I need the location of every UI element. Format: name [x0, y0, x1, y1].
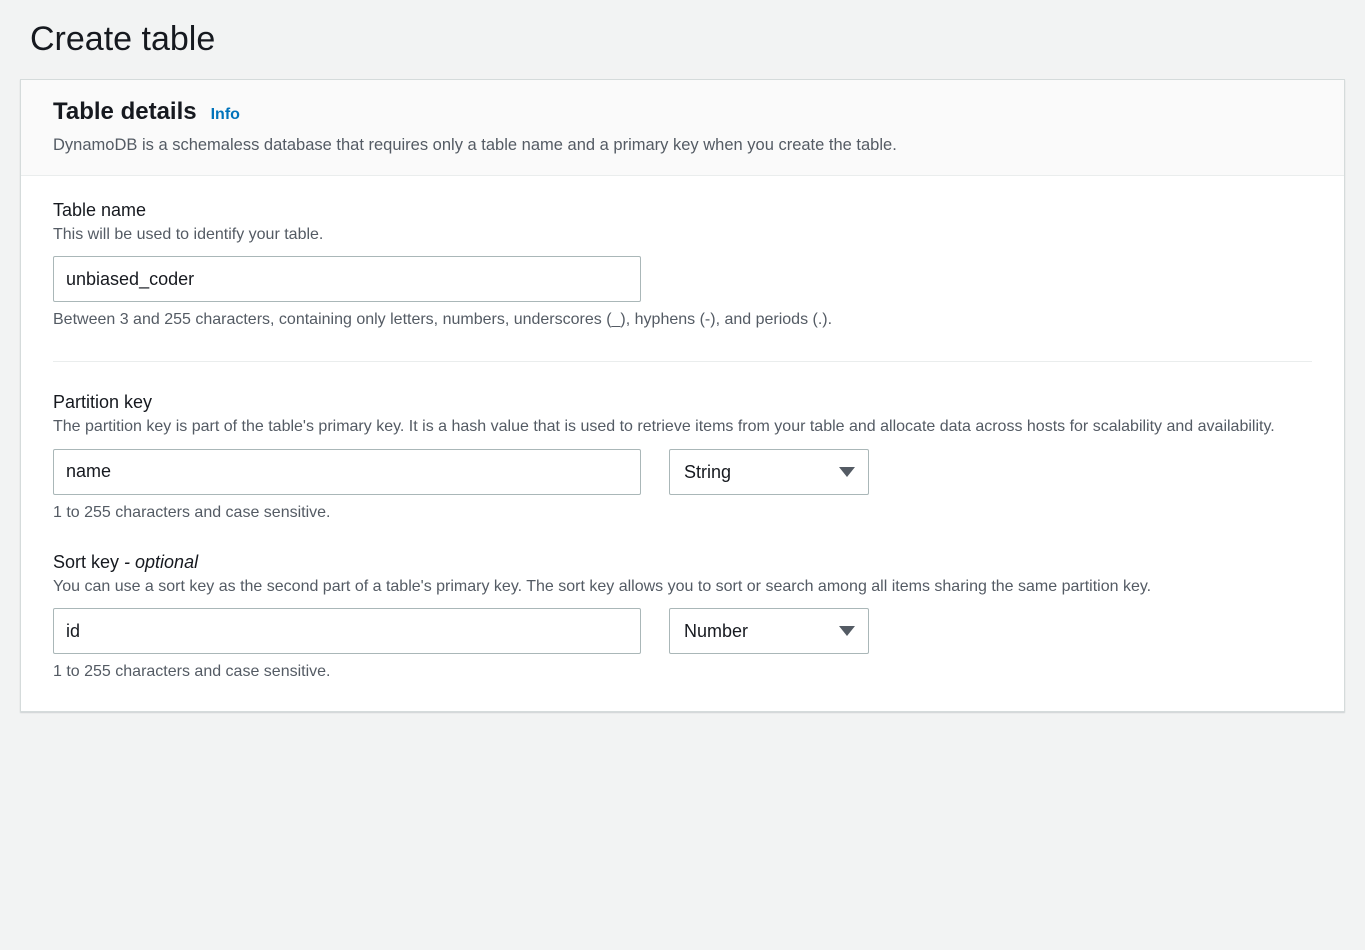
info-link[interactable]: Info	[211, 106, 240, 124]
partition-key-type-select[interactable]: String	[669, 449, 869, 495]
sort-key-label-optional: - optional	[119, 552, 198, 572]
card-description: DynamoDB is a schemaless database that r…	[53, 134, 1312, 157]
sort-key-hint: You can use a sort key as the second par…	[53, 575, 1312, 598]
table-name-hint: This will be used to identify your table…	[53, 223, 1312, 246]
table-name-label: Table name	[53, 200, 1312, 221]
sort-key-input[interactable]	[53, 608, 641, 654]
sort-key-help: 1 to 255 characters and case sensitive.	[53, 660, 1312, 683]
card-body: Table name This will be used to identify…	[21, 176, 1344, 711]
sort-key-type-select[interactable]: Number	[669, 608, 869, 654]
table-details-card: Table details Info DynamoDB is a schemal…	[20, 79, 1345, 712]
divider	[53, 361, 1312, 362]
partition-key-label: Partition key	[53, 392, 1312, 413]
table-name-input[interactable]	[53, 256, 641, 302]
partition-key-field: Partition key The partition key is part …	[53, 392, 1312, 523]
table-name-help: Between 3 and 255 characters, containing…	[53, 308, 1312, 331]
partition-key-input[interactable]	[53, 449, 641, 495]
table-name-field: Table name This will be used to identify…	[53, 200, 1312, 331]
card-title: Table details	[53, 98, 197, 126]
page-title: Create table	[30, 20, 1345, 59]
card-header: Table details Info DynamoDB is a schemal…	[21, 80, 1344, 176]
partition-key-type-select-wrapper: String	[669, 449, 869, 495]
partition-key-help: 1 to 255 characters and case sensitive.	[53, 501, 1312, 524]
sort-key-label: Sort key - optional	[53, 552, 1312, 573]
partition-key-hint: The partition key is part of the table's…	[53, 415, 1312, 438]
sort-key-field: Sort key - optional You can use a sort k…	[53, 552, 1312, 683]
sort-key-type-select-wrapper: Number	[669, 608, 869, 654]
sort-key-label-main: Sort key	[53, 552, 119, 572]
